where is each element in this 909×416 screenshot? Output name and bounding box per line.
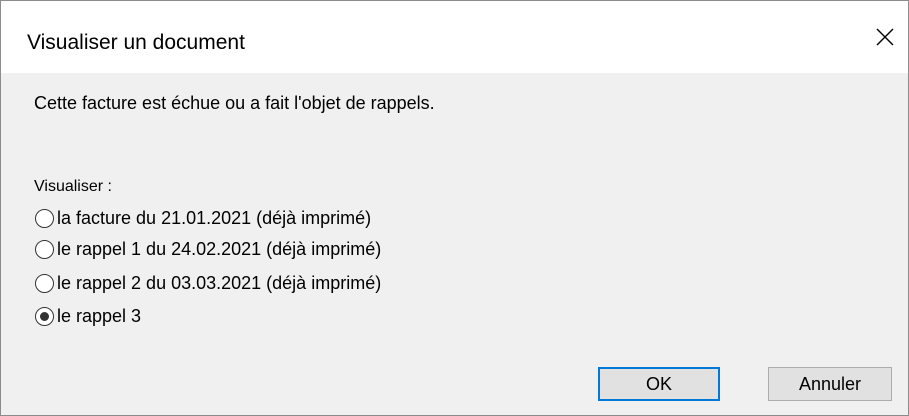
radio-button[interactable] — [35, 239, 54, 259]
radio-label: le rappel 1 du 24.02.2021 (déjà imprimé) — [57, 238, 382, 259]
radio-button-selected[interactable] — [35, 306, 54, 326]
dialog-title: Visualiser un document — [27, 31, 245, 54]
radio-option-reminder-3[interactable]: le rappel 3 — [35, 303, 141, 329]
ok-button[interactable]: OK — [598, 367, 720, 401]
info-message: Cette facture est échue ou a fait l'obje… — [34, 93, 435, 113]
dialog-content: Cette facture est échue ou a fait l'obje… — [1, 73, 908, 415]
radio-option-reminder-2[interactable]: le rappel 2 du 03.03.2021 (déjà imprimé) — [35, 270, 381, 296]
cancel-button[interactable]: Annuler — [768, 367, 892, 401]
radio-selected-dot — [40, 311, 49, 321]
radio-label: le rappel 2 du 03.03.2021 (déjà imprimé) — [57, 272, 382, 293]
radio-option-reminder-1[interactable]: le rappel 1 du 24.02.2021 (déjà imprimé) — [35, 236, 381, 262]
title-bar: Visualiser un document — [1, 1, 908, 73]
radio-label: le rappel 3 — [57, 305, 142, 326]
radio-button[interactable] — [35, 208, 54, 228]
close-icon — [876, 28, 894, 46]
radio-button[interactable] — [35, 273, 54, 293]
radio-option-invoice[interactable]: la facture du 21.01.2021 (déjà imprimé) — [35, 205, 371, 231]
dialog-window: Visualiser un document Cette facture est… — [0, 0, 909, 416]
view-options-label: Visualiser : — [34, 178, 112, 195]
close-button[interactable] — [862, 1, 908, 73]
radio-label: la facture du 21.01.2021 (déjà imprimé) — [57, 207, 372, 228]
